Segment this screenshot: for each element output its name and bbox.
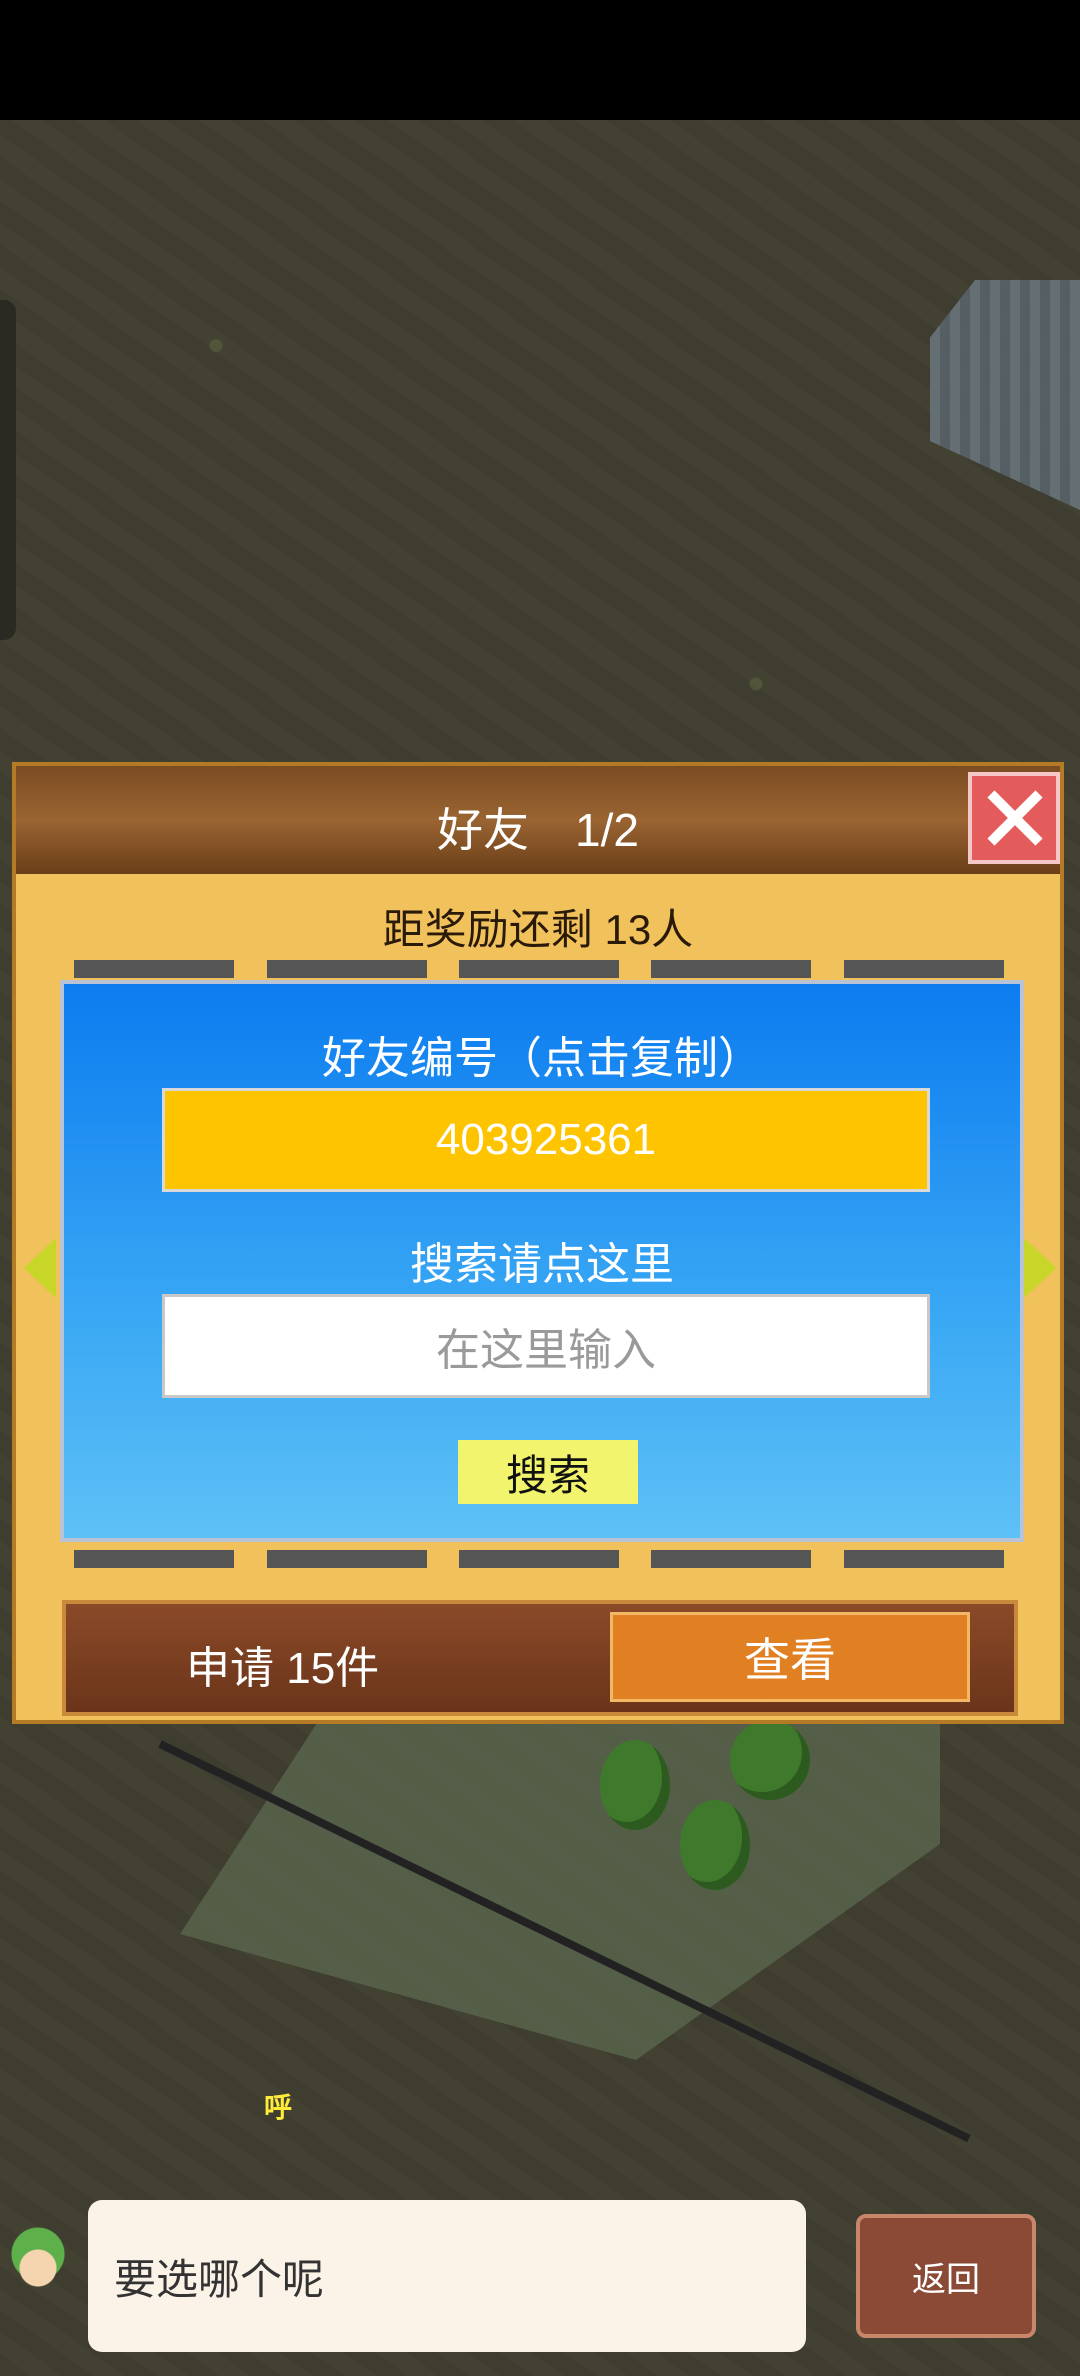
search-label: 搜索请点这里 xyxy=(410,1240,674,1289)
back-button[interactable]: 返回 xyxy=(856,2214,1036,2338)
tree xyxy=(600,1740,670,1830)
next-page-icon[interactable] xyxy=(1024,1238,1056,1298)
prev-page-icon[interactable] xyxy=(24,1238,56,1298)
view-button[interactable]: 查看 xyxy=(610,1612,970,1702)
applications-count: 申请 15件 xyxy=(186,1644,380,1693)
friend-code-label: 好友编号（点击复制） xyxy=(322,1034,762,1083)
side-drawer-handle[interactable] xyxy=(0,300,16,640)
friend-id-input[interactable]: 在这里输入 xyxy=(162,1294,930,1398)
panel-divider xyxy=(58,1550,1020,1568)
tree xyxy=(730,1720,810,1800)
dialog-title: 好友 1/2 xyxy=(437,804,639,856)
speech-bubble: 要选哪个呢 xyxy=(88,2200,806,2352)
tree xyxy=(680,1800,750,1890)
dialog-titlebar: 好友 1/2 xyxy=(16,766,1060,874)
reward-remaining: 距奖励还剩 13人 xyxy=(382,906,694,953)
friends-dialog: 好友 1/2 距奖励还剩 13人 好友编号（点击复制） 403925361 搜索… xyxy=(12,762,1064,1724)
status-bar xyxy=(0,0,1080,120)
friend-search-panel: 好友编号（点击复制） 403925361 搜索请点这里 在这里输入 搜索 xyxy=(60,980,1024,1542)
character-avatar xyxy=(0,2226,76,2366)
panel-divider xyxy=(58,960,1020,978)
search-button[interactable]: 搜索 xyxy=(458,1440,638,1504)
applications-bar: 申请 15件 查看 xyxy=(62,1600,1018,1716)
emote-text: 呼 xyxy=(264,2092,293,2123)
close-icon[interactable] xyxy=(968,772,1060,864)
friend-code-copy[interactable]: 403925361 xyxy=(162,1088,930,1192)
speech-text: 要选哪个呢 xyxy=(114,2255,325,2303)
